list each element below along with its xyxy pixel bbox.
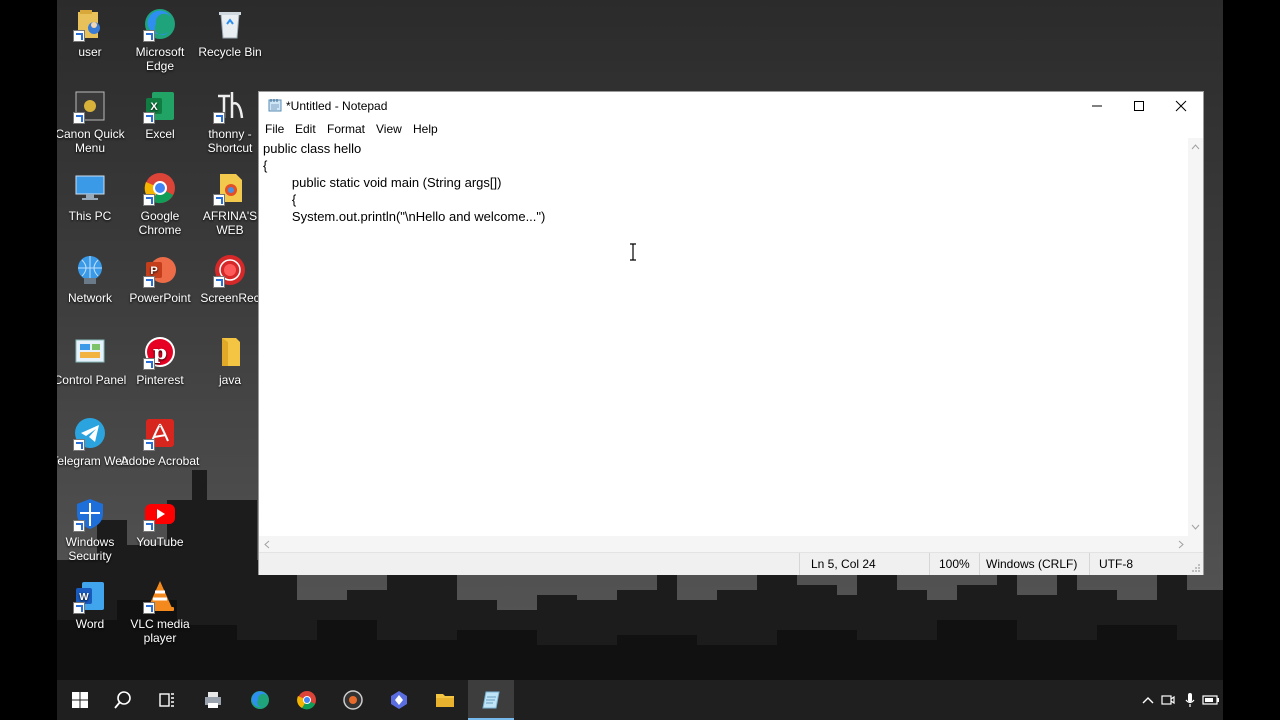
desktop-icon-pinterest[interactable]: p Pinterest — [120, 334, 200, 387]
desktop-icon-powerpoint[interactable]: P PowerPoint — [120, 252, 200, 305]
desktop-icon-label: Adobe Acrobat — [120, 454, 200, 468]
desktop-icon-label: Microsoft Edge — [135, 45, 185, 73]
desktop-icon-label: java — [218, 373, 241, 387]
taskbar-file-explorer[interactable] — [422, 680, 468, 720]
control-panel-icon — [75, 339, 105, 363]
status-line-ending: Windows (CRLF) — [986, 557, 1078, 571]
computer-icon — [75, 175, 105, 200]
horizontal-scrollbar[interactable] — [259, 536, 1189, 552]
desktop-icon-label: Word — [75, 617, 105, 631]
meet-now-icon[interactable] — [1161, 693, 1175, 707]
desktop-icon-label: Control Panel — [57, 373, 127, 387]
menu-edit[interactable]: Edit — [295, 122, 316, 136]
taskbar — [57, 680, 1223, 720]
minimize-icon — [1092, 105, 1102, 107]
taskbar-notepad[interactable] — [468, 680, 514, 720]
title-bar[interactable]: *Untitled - Notepad — [259, 92, 1203, 120]
resize-grip-icon[interactable] — [1192, 564, 1201, 573]
status-zoom: 100% — [939, 557, 970, 571]
desktop-icon-chrome[interactable]: Google Chrome — [120, 170, 200, 237]
notepad-icon — [268, 99, 282, 112]
status-encoding: UTF-8 — [1099, 557, 1133, 571]
scroll-left-icon[interactable] — [264, 540, 270, 549]
desktop-icon-label: This PC — [68, 209, 112, 223]
taskbar-app[interactable] — [376, 680, 422, 720]
microphone-icon[interactable] — [1184, 692, 1196, 708]
scroll-down-icon[interactable] — [1191, 524, 1200, 530]
battery-icon[interactable] — [1202, 694, 1220, 706]
menu-bar: File Edit Format View Help — [259, 120, 1203, 138]
desktop-icon-label: Telegram Web — [57, 454, 129, 468]
desktop-icon-edge[interactable]: Microsoft Edge — [120, 6, 200, 73]
chevron-up-icon[interactable] — [1142, 695, 1154, 705]
folder-icon — [222, 338, 240, 366]
desktop-icon-label: Windows Security — [65, 535, 115, 563]
close-icon — [1175, 100, 1187, 112]
desktop-icon-label: Recycle Bin — [198, 45, 262, 59]
chrome-icon — [297, 691, 316, 710]
desktop-icon-excel[interactable]: X Excel — [120, 88, 200, 141]
text-editor[interactable]: public class hello { public static void … — [259, 138, 1189, 536]
desktop-icon-label: YouTube — [136, 535, 184, 549]
status-separator — [1089, 553, 1090, 575]
status-separator — [979, 553, 980, 575]
window-title: *Untitled - Notepad — [286, 99, 388, 113]
desktop-icon-vlc[interactable]: VLC media player — [120, 578, 200, 645]
media-icon — [343, 690, 363, 710]
edge-icon — [251, 691, 269, 709]
desktop-icon-label: Network — [67, 291, 112, 305]
maximize-button[interactable] — [1117, 92, 1161, 120]
desktop-icon-acrobat[interactable]: Adobe Acrobat — [120, 415, 200, 468]
maximize-icon — [1134, 101, 1144, 111]
desktop-icon-label: user — [78, 45, 102, 59]
scroll-up-icon[interactable] — [1191, 144, 1200, 150]
status-separator — [799, 553, 800, 575]
start-button[interactable] — [57, 680, 103, 720]
taskbar-media[interactable] — [330, 680, 376, 720]
taskbar-edge[interactable] — [237, 680, 283, 720]
close-button[interactable] — [1159, 92, 1203, 120]
scrollbar-corner — [1188, 536, 1203, 552]
status-separator — [929, 553, 930, 575]
taskbar-chrome[interactable] — [284, 680, 330, 720]
file-explorer-icon — [436, 694, 454, 707]
text-cursor-icon — [630, 243, 636, 261]
search-icon — [114, 691, 131, 709]
vertical-scrollbar[interactable] — [1188, 138, 1203, 536]
minimize-button[interactable] — [1075, 92, 1119, 120]
status-bar: Ln 5, Col 24 100% Windows (CRLF) UTF-8 — [259, 552, 1203, 575]
task-view-button[interactable] — [144, 680, 190, 720]
taskbar-printer[interactable] — [190, 680, 236, 720]
svg-text:p: p — [153, 340, 167, 364]
desktop-icon-label: AFRINA'S WEB — [202, 209, 258, 237]
desktop-icon-label: thonny - Shortcut — [207, 127, 253, 155]
desktop-icon-label: PowerPoint — [129, 291, 191, 305]
start-icon — [72, 692, 88, 708]
desktop-icon-label: Pinterest — [136, 373, 184, 387]
search-button[interactable] — [100, 680, 146, 720]
menu-view[interactable]: View — [376, 122, 402, 136]
notepad-icon — [482, 691, 500, 709]
menu-format[interactable]: Format — [327, 122, 365, 136]
editor-content[interactable]: public class hello { public static void … — [259, 138, 1189, 227]
desktop-icon-label: Google Chrome — [138, 209, 182, 237]
desktop-icon-label: ScreenRec — [200, 291, 260, 305]
notepad-window[interactable]: *Untitled - Notepad File Edit Format Vie… — [258, 91, 1204, 575]
app-icon — [391, 691, 407, 709]
scroll-right-icon[interactable] — [1178, 540, 1184, 549]
desktop-icon-recycle-bin[interactable]: Recycle Bin — [190, 6, 270, 59]
menu-file[interactable]: File — [265, 122, 284, 136]
desktop-icon-youtube[interactable]: YouTube — [120, 496, 200, 549]
recycle-bin-icon — [219, 12, 241, 39]
task-view-icon — [159, 693, 174, 707]
desktop-icon-label: Excel — [145, 127, 175, 141]
desktop-icon-label: VLC media player — [130, 617, 190, 645]
menu-help[interactable]: Help — [413, 122, 438, 136]
status-position: Ln 5, Col 24 — [811, 557, 876, 571]
network-icon — [78, 256, 102, 284]
printer-icon — [205, 692, 221, 708]
desktop-icon-label: Canon Quick Menu — [57, 127, 125, 155]
